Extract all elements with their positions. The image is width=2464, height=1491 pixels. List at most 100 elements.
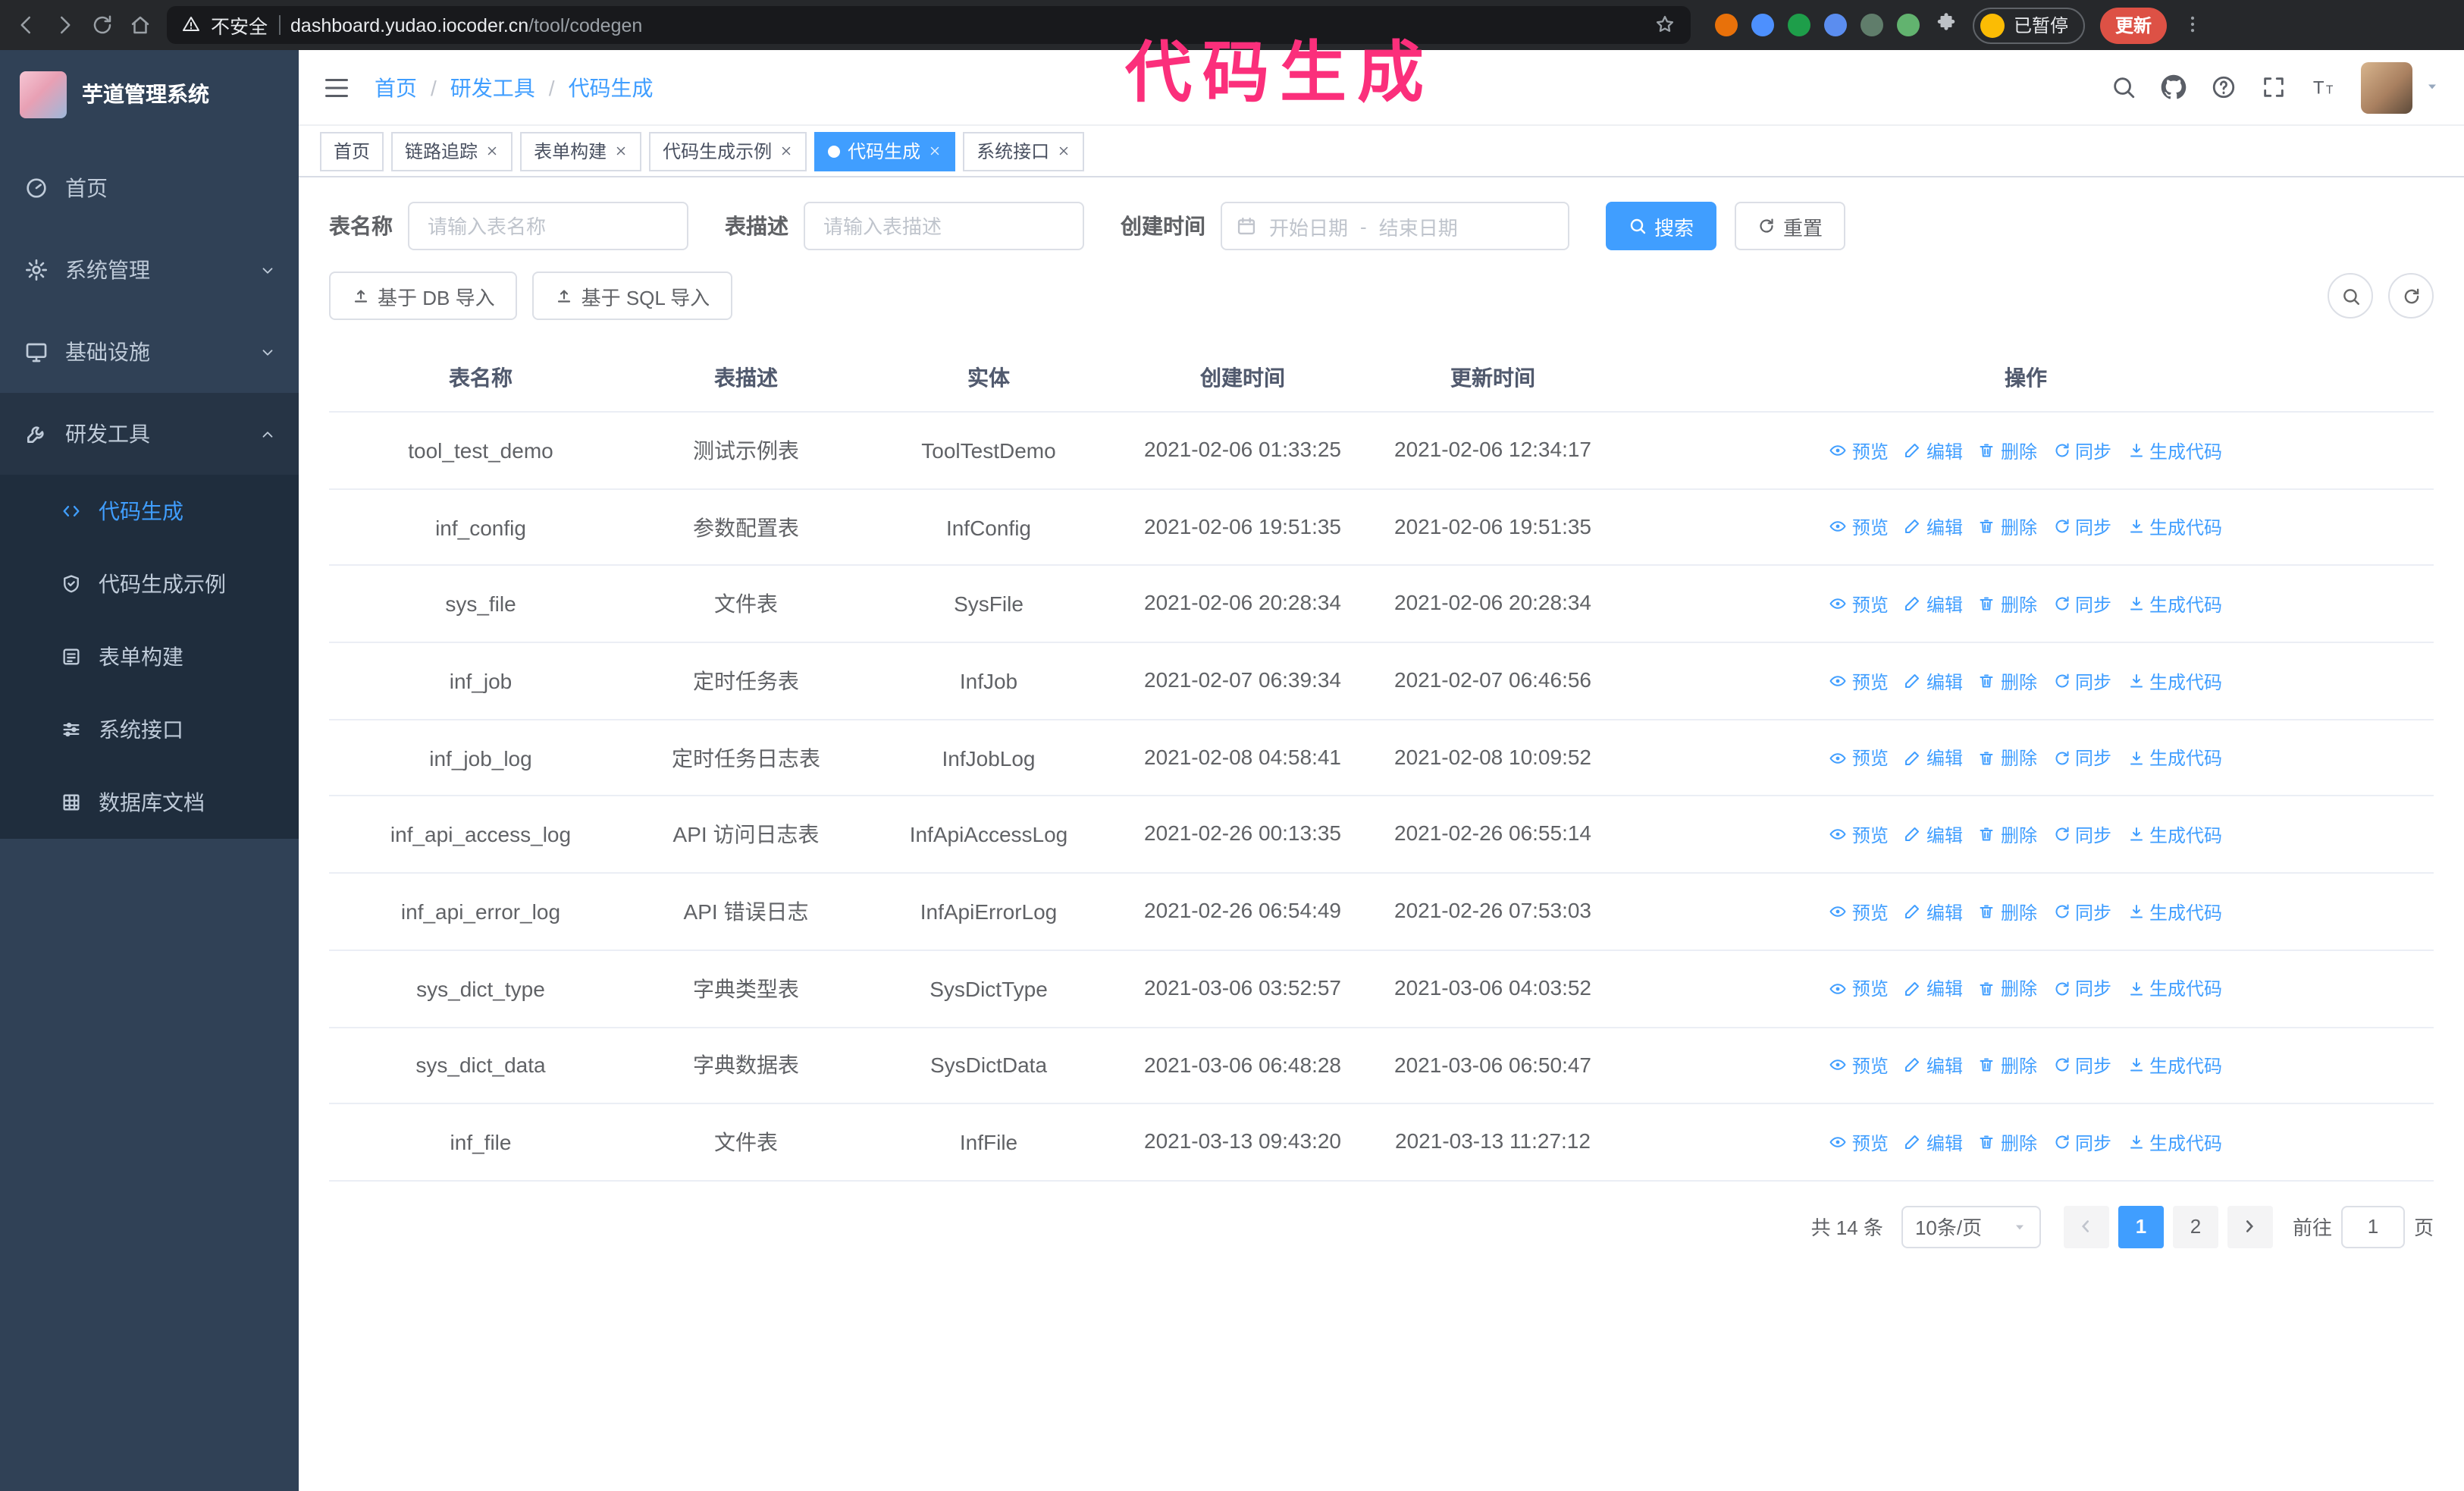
tab-home[interactable]: 首页 — [320, 131, 384, 171]
close-icon[interactable] — [928, 144, 942, 158]
action-generate[interactable]: 生成代码 — [2127, 746, 2222, 771]
collapse-sidebar-icon[interactable] — [323, 74, 350, 101]
sidebar-subitem-db-doc[interactable]: 数据库文档 — [0, 766, 299, 839]
action-sync[interactable]: 同步 — [2052, 976, 2111, 1002]
action-preview[interactable]: 预览 — [1829, 668, 1889, 694]
action-delete[interactable]: 删除 — [1978, 899, 2037, 924]
help-icon[interactable] — [2211, 74, 2237, 100]
search-icon[interactable] — [2111, 74, 2136, 100]
action-delete[interactable]: 删除 — [1978, 515, 2037, 541]
action-preview[interactable]: 预览 — [1829, 515, 1889, 541]
action-edit[interactable]: 编辑 — [1904, 976, 1963, 1002]
action-delete[interactable]: 删除 — [1978, 976, 2037, 1002]
action-generate[interactable]: 生成代码 — [2127, 822, 2222, 848]
close-icon[interactable] — [485, 144, 499, 158]
action-preview[interactable]: 预览 — [1829, 1130, 1889, 1156]
action-sync[interactable]: 同步 — [2052, 438, 2111, 463]
action-generate[interactable]: 生成代码 — [2127, 592, 2222, 617]
forward-icon[interactable] — [53, 14, 76, 36]
extension-icon-1[interactable] — [1715, 14, 1738, 36]
breadcrumb-item[interactable]: 代码生成 — [569, 72, 654, 102]
action-delete[interactable]: 删除 — [1978, 592, 2037, 617]
bookmark-star-icon[interactable] — [1654, 13, 1676, 37]
fullscreen-icon[interactable] — [2261, 74, 2287, 100]
page-size-select[interactable]: 10条/页 — [1901, 1205, 2041, 1248]
action-preview[interactable]: 预览 — [1829, 746, 1889, 771]
close-icon[interactable] — [779, 144, 793, 158]
action-generate[interactable]: 生成代码 — [2127, 1130, 2222, 1156]
reset-button[interactable]: 重置 — [1735, 202, 1846, 250]
action-preview[interactable]: 预览 — [1829, 822, 1889, 848]
extension-icon-4[interactable] — [1824, 14, 1847, 36]
action-sync[interactable]: 同步 — [2052, 668, 2111, 694]
close-icon[interactable] — [1057, 144, 1071, 158]
action-edit[interactable]: 编辑 — [1904, 668, 1963, 694]
extension-icon-3[interactable] — [1788, 14, 1810, 36]
action-edit[interactable]: 编辑 — [1904, 592, 1963, 617]
action-edit[interactable]: 编辑 — [1904, 899, 1963, 924]
action-preview[interactable]: 预览 — [1829, 1053, 1889, 1078]
sidebar-item-system[interactable]: 系统管理 — [0, 229, 299, 311]
import-db-button[interactable]: 基于 DB 导入 — [329, 272, 518, 320]
sidebar-subitem-codegen-example[interactable]: 代码生成示例 — [0, 548, 299, 620]
tab-tracer[interactable]: 链路追踪 — [391, 131, 513, 171]
browser-menu-kebab-icon[interactable] — [2182, 13, 2203, 37]
user-avatar[interactable] — [2361, 61, 2412, 113]
action-generate[interactable]: 生成代码 — [2127, 976, 2222, 1002]
action-delete[interactable]: 删除 — [1978, 1130, 2037, 1156]
sidebar-subitem-form-builder[interactable]: 表单构建 — [0, 620, 299, 693]
refresh-table-button[interactable] — [2388, 273, 2434, 319]
prev-page-button[interactable] — [2063, 1205, 2109, 1248]
action-delete[interactable]: 删除 — [1978, 746, 2037, 771]
action-sync[interactable]: 同步 — [2052, 899, 2111, 924]
back-icon[interactable] — [15, 14, 38, 36]
extension-icon-5[interactable] — [1861, 14, 1883, 36]
action-sync[interactable]: 同步 — [2052, 592, 2111, 617]
action-sync[interactable]: 同步 — [2052, 1053, 2111, 1078]
action-edit[interactable]: 编辑 — [1904, 1053, 1963, 1078]
extension-icon-2[interactable] — [1751, 14, 1774, 36]
action-delete[interactable]: 删除 — [1978, 668, 2037, 694]
action-delete[interactable]: 删除 — [1978, 822, 2037, 848]
action-preview[interactable]: 预览 — [1829, 592, 1889, 617]
sidebar-item-home[interactable]: 首页 — [0, 147, 299, 229]
action-delete[interactable]: 删除 — [1978, 438, 2037, 463]
date-range-picker[interactable]: 开始日期 - 结束日期 — [1221, 202, 1569, 250]
toggle-search-button[interactable] — [2328, 273, 2373, 319]
home-icon[interactable] — [129, 14, 152, 36]
page-button-2[interactable]: 2 — [2172, 1205, 2218, 1248]
search-button[interactable]: 搜索 — [1606, 202, 1717, 250]
breadcrumb-item[interactable]: 研发工具 — [450, 72, 535, 102]
tab-api[interactable]: 系统接口 — [963, 131, 1085, 171]
extension-icon-6[interactable] — [1897, 14, 1920, 36]
tab-codegen-example[interactable]: 代码生成示例 — [649, 131, 807, 171]
font-size-icon[interactable]: TT — [2311, 74, 2337, 100]
github-icon[interactable] — [2161, 74, 2187, 100]
action-edit[interactable]: 编辑 — [1904, 746, 1963, 771]
action-sync[interactable]: 同步 — [2052, 746, 2111, 771]
action-delete[interactable]: 删除 — [1978, 1053, 2037, 1078]
page-button-1[interactable]: 1 — [2118, 1205, 2164, 1248]
profile-paused-chip[interactable]: 已暂停 — [1973, 7, 2086, 43]
action-edit[interactable]: 编辑 — [1904, 1130, 1963, 1156]
reload-icon[interactable] — [91, 14, 114, 36]
sidebar-item-infra[interactable]: 基础设施 — [0, 311, 299, 393]
extensions-puzzle-icon[interactable] — [1935, 12, 1958, 38]
tab-form-builder[interactable]: 表单构建 — [520, 131, 642, 171]
next-page-button[interactable] — [2227, 1205, 2273, 1248]
action-edit[interactable]: 编辑 — [1904, 438, 1963, 463]
action-preview[interactable]: 预览 — [1829, 976, 1889, 1002]
table-desc-input[interactable] — [804, 202, 1084, 250]
sidebar-item-devtools[interactable]: 研发工具 — [0, 393, 299, 475]
breadcrumb-item[interactable]: 首页 — [375, 72, 417, 102]
action-generate[interactable]: 生成代码 — [2127, 1053, 2222, 1078]
action-edit[interactable]: 编辑 — [1904, 515, 1963, 541]
table-name-input[interactable] — [408, 202, 688, 250]
action-edit[interactable]: 编辑 — [1904, 822, 1963, 848]
action-generate[interactable]: 生成代码 — [2127, 438, 2222, 463]
action-preview[interactable]: 预览 — [1829, 899, 1889, 924]
sidebar-subitem-api[interactable]: 系统接口 — [0, 693, 299, 766]
action-generate[interactable]: 生成代码 — [2127, 668, 2222, 694]
update-button[interactable]: 更新 — [2100, 7, 2168, 43]
sidebar-subitem-codegen[interactable]: 代码生成 — [0, 475, 299, 548]
